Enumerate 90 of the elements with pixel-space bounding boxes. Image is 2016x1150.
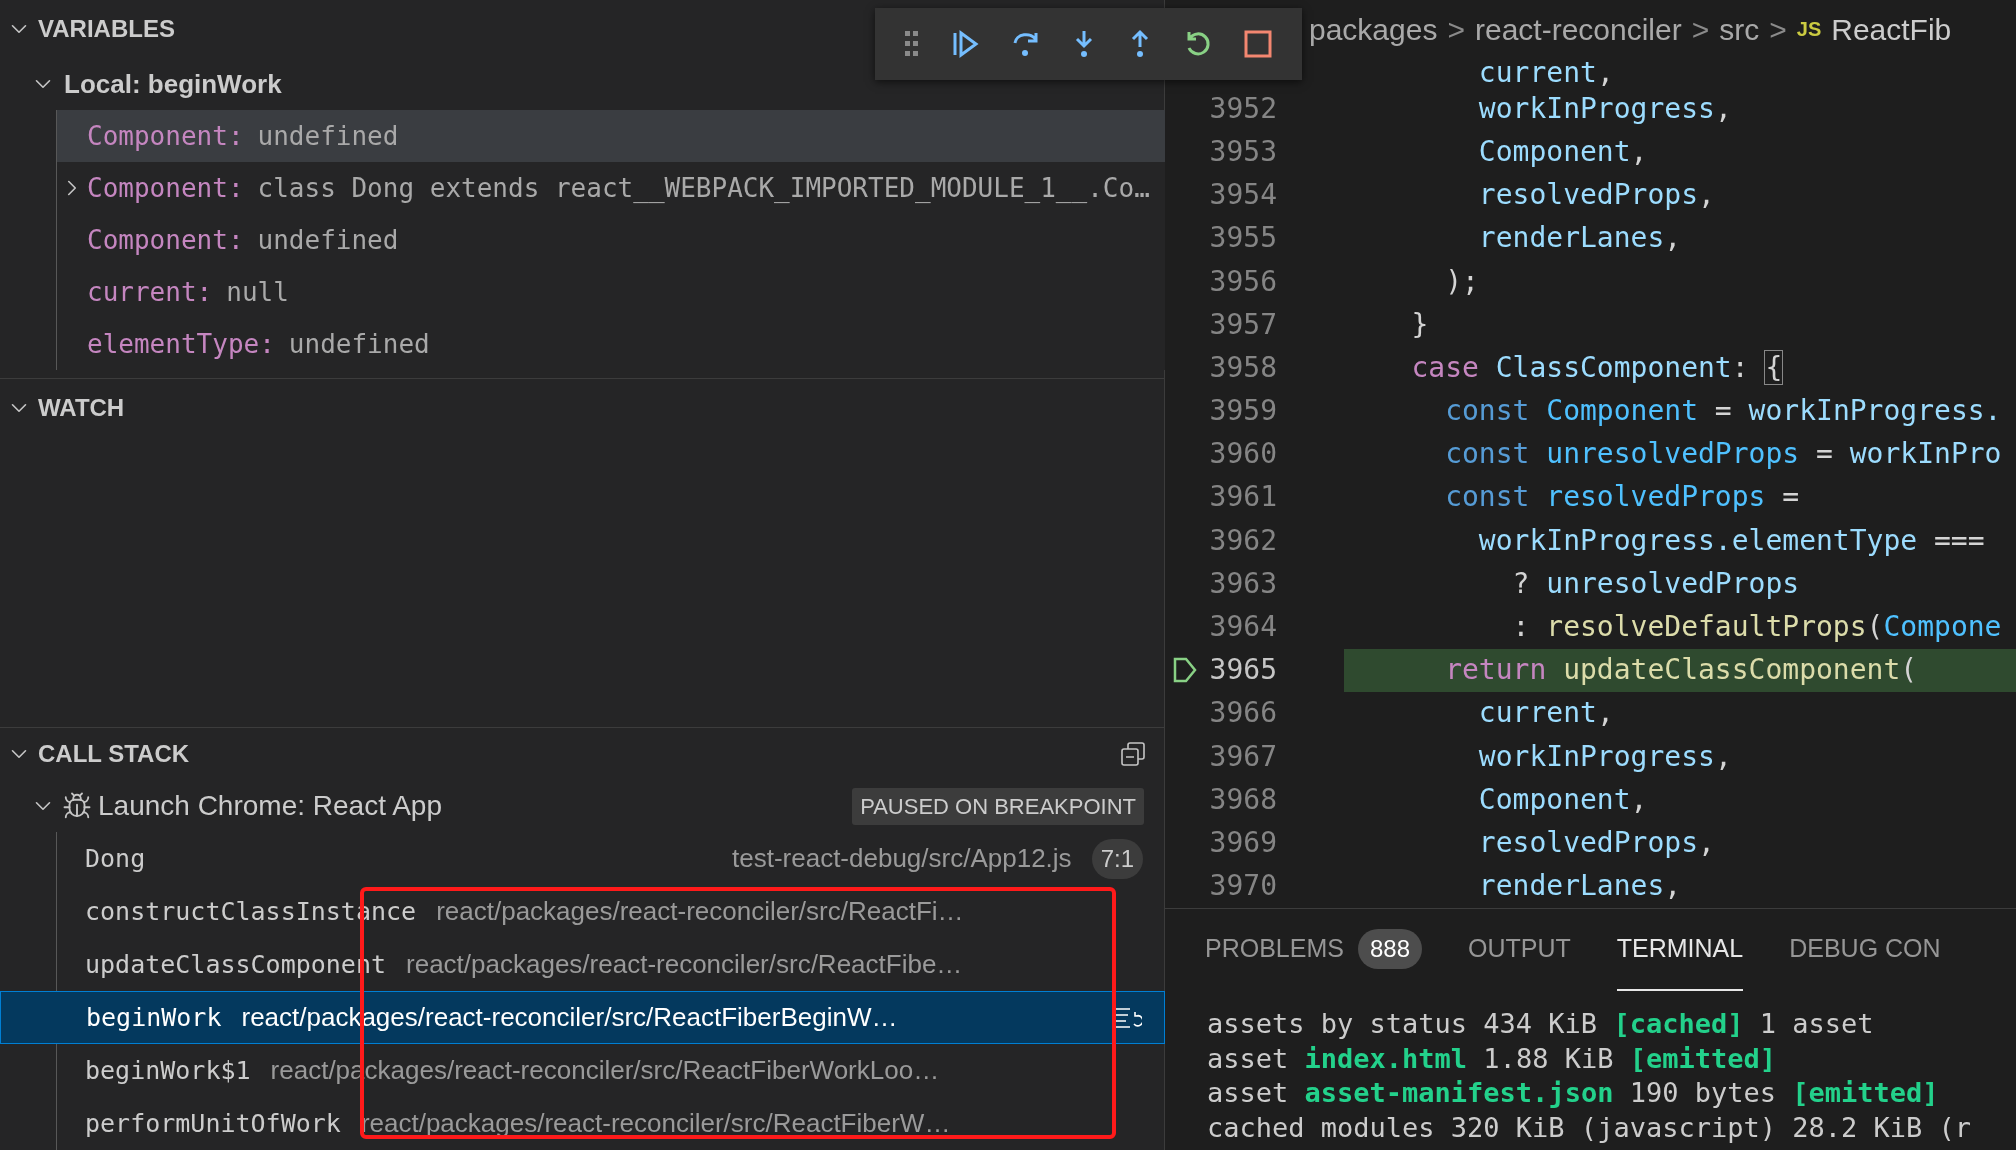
code-line: ); [1444,263,1479,300]
variable-value: null [226,275,289,309]
variable-value: undefined [288,327,430,361]
frame-path: react/packages/react-reconciler/src/ReactFiberW… [360,1107,951,1140]
panel-tab[interactable]: OUTPUT [1468,909,1571,991]
collapse-all-icon[interactable] [1120,741,1146,767]
variable-row[interactable]: Component: undefined [57,110,1165,162]
code-line: return updateClassComponent( [1444,652,1918,689]
scope-label[interactable]: Local: beginWork [64,64,282,104]
section-title: CALL STACK [38,739,191,769]
variable-name: current: [87,275,213,309]
section-title: WATCH [38,392,125,423]
code-line: const resolvedProps = [1444,479,1800,516]
frame-name: beginWork [86,1001,222,1034]
frame-path: test-react-debug/src/App12.js [732,842,1072,875]
code-line: workInProgress, [1477,90,1732,127]
line-number: 3964 [1208,609,1277,646]
terminal-line: assets by status 434 KiB [cached] 1 asset [1207,1007,1875,1041]
stop-icon[interactable] [1244,30,1273,58]
breadcrumb-item[interactable]: src [1719,6,1760,52]
js-file-label: JS [1796,17,1822,42]
line-number: 3959 [1208,393,1277,430]
line-number: 3955 [1208,220,1277,257]
code-line: workInProgress, [1477,738,1732,775]
variable-name: Component: [87,171,244,205]
variable-name: Component: [87,119,244,153]
line-number: 3961 [1208,479,1277,516]
frame-name: Dong [85,842,146,875]
panel-tab[interactable]: TERMINAL [1616,909,1744,991]
count-badge: 888 [1357,929,1422,969]
code-line: resolvedProps, [1477,177,1715,214]
terminal-line: cached modules 320 KiB (javascript) 28.2 KiB (r [1207,1110,1972,1145]
breakpoint-arrow-icon[interactable] [1172,656,1198,685]
bug-icon [62,791,92,821]
line-number: 3970 [1208,868,1277,905]
code-line: Component, [1477,133,1648,170]
code-line: Component, [1477,781,1648,818]
line-number: 3963 [1208,565,1277,602]
line-number: 3957 [1208,306,1277,343]
breadcrumb-item[interactable]: ReactFib [1831,6,1952,52]
frame-path: react/packages/react-reconciler/src/ReactFi… [436,895,964,928]
session-label[interactable]: Launch Chrome: React App [98,785,847,827]
panel-tab[interactable]: PROBLEMS 888 [1205,909,1422,991]
line-number: 3962 [1208,522,1277,559]
code-line: : resolveDefaultProps(Compone [1511,609,2002,646]
status-badge: PAUSED ON BREAKPOINT [852,787,1144,825]
drag-grip-icon[interactable] [904,31,919,57]
code-line: ? unresolvedProps [1511,565,1800,602]
line-number: 3967 [1208,738,1277,775]
variable-name: Component: [87,223,244,257]
section-title: VARIABLES [38,14,175,44]
terminal-line: asset asset-manifest.json 190 bytes [emitted] [1207,1076,1940,1110]
variable-value: class Dong extends react__WEBPACK_IMPORTED_MODULE_1__.Co… [257,171,1150,205]
stack-frame-row[interactable]: Dong test-react-debug/src/App12.js 7:1 [57,832,1165,885]
line-number: 3952 [1208,90,1277,127]
line-number: 3969 [1208,824,1277,861]
stack-frame-row[interactable]: performUnitOfWork react/packages/react-reconciler/src/ReactFiberW… [57,1097,1165,1150]
line-number: 3968 [1208,781,1277,818]
code-line: } [1410,306,1429,343]
variable-value: undefined [257,223,399,257]
frame-name: performUnitOfWork [85,1107,341,1140]
code-line: current, [1477,59,1614,88]
frame-name: beginWork$1 [85,1054,251,1087]
line-number: 3965 [1208,652,1277,689]
terminal-line: asset index.html 1.88 KiB [emitted] [1207,1041,1777,1076]
line-number: 3958 [1208,349,1277,386]
breadcrumb-item[interactable]: packages [1309,6,1438,52]
restart-frame-icon[interactable] [1114,1005,1142,1030]
code-line: const Component = workInProgress. [1444,393,2002,430]
code-line: case ClassComponent: { [1410,349,1783,386]
position-badge: 7:1 [1091,838,1143,879]
panel-tab[interactable]: DEBUG CON [1789,909,1941,991]
line-number: 3966 [1208,695,1277,732]
line-number: 3956 [1208,263,1277,300]
variable-value: undefined [257,119,399,153]
line-number: 3954 [1208,177,1277,214]
code-line: renderLanes, [1477,868,1682,905]
breadcrumb-separator: > [1691,11,1710,48]
line-number: 3953 [1208,133,1277,170]
breadcrumb-separator: > [1769,11,1787,48]
breadcrumb-separator: > [1447,11,1465,48]
code-line: workInProgress.elementType === [1477,522,1985,559]
line-number: 3960 [1208,436,1277,473]
variable-name: elementType: [87,327,275,361]
code-line: renderLanes, [1477,220,1682,257]
code-line: const unresolvedProps = workInPro [1444,436,2002,473]
code-line: resolvedProps, [1477,824,1715,861]
frame-path: react/packages/react-reconciler/src/ReactFibe… [406,948,963,981]
code-line: current, [1477,695,1614,732]
breadcrumb-item[interactable]: react-reconciler [1474,6,1682,52]
